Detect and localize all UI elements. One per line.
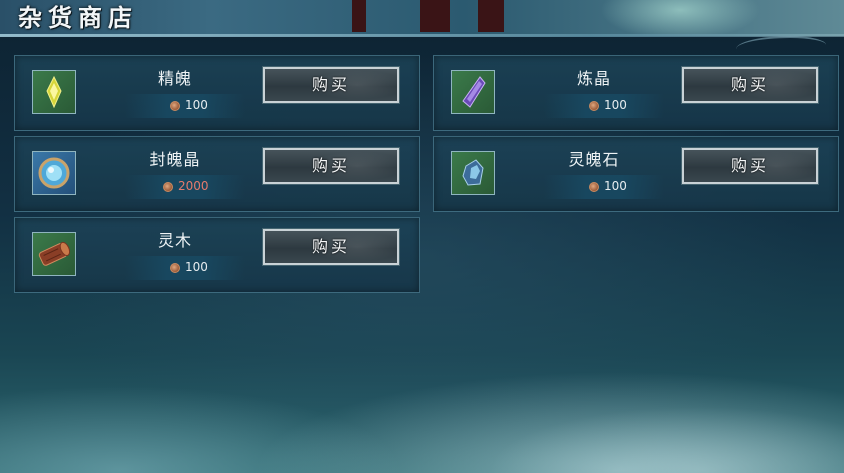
shop-item-card: 精魄 100 购买 [14,55,420,131]
buy-button[interactable]: 购买 [262,66,400,104]
item-name: 精魄 [157,69,192,88]
item-icon-frame [32,232,76,276]
shop-item-card: 封魄晶 2000 购买 [14,136,420,212]
item-price: 100 [185,98,208,112]
item-name: 封魄晶 [149,150,201,169]
buy-button[interactable]: 购买 [681,66,819,104]
item-price: 100 [604,179,627,193]
shop-item-card: 炼晶 100 购买 [433,55,839,131]
background-glow [600,0,760,36]
price-bar: 2000 [125,175,245,199]
item-icon-frame [32,151,76,195]
item-icon-frame [32,70,76,114]
item-price: 2000 [178,179,209,193]
coin-icon [170,263,180,273]
background-pillar [352,0,366,32]
shop-item-card: 灵木 100 购买 [14,217,420,293]
item-name: 炼晶 [576,69,611,88]
title-bar: 杂货商店 [0,0,844,36]
coin-icon [589,101,599,111]
soul-seal-crystal-icon [38,157,70,189]
title-divider [0,34,844,37]
price-bar: 100 [544,94,664,118]
coin-icon [170,101,180,111]
item-name: 灵木 [157,231,192,250]
item-name: 灵魄石 [568,150,620,169]
item-icon-frame [451,70,495,114]
background-pillar [420,0,450,32]
price-bar: 100 [544,175,664,199]
item-price: 100 [604,98,627,112]
item-icon-frame [451,151,495,195]
item-price: 100 [185,260,208,274]
buy-button[interactable]: 购买 [262,147,400,185]
spirit-wood-icon [38,241,71,266]
background-pillar [478,0,504,32]
price-bar: 100 [125,94,245,118]
refining-crystal-icon [462,76,486,108]
shop-item-card: 灵魄石 100 购买 [433,136,839,212]
price-bar: 100 [125,256,245,280]
spirit-essence-icon [46,75,62,109]
soul-stone-icon [462,159,484,186]
buy-button[interactable]: 购买 [262,228,400,266]
coin-icon [589,182,599,192]
buy-button[interactable]: 购买 [681,147,819,185]
shop-title: 杂货商店 [18,3,138,32]
coin-icon [163,182,173,192]
background-fog [0,300,844,473]
